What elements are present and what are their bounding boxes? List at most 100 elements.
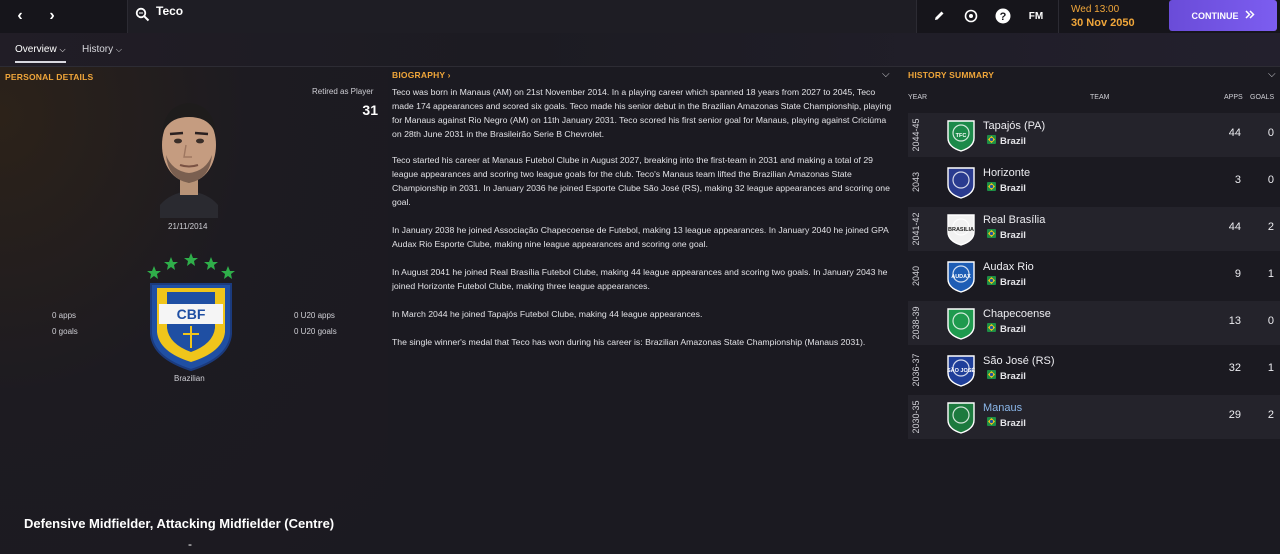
edit-icon[interactable] xyxy=(930,8,948,24)
tab-overview-label: Overview xyxy=(15,44,57,55)
collapse-chevron-icon[interactable]: ⌵ xyxy=(882,69,890,80)
svg-text:BRASILIA: BRASILIA xyxy=(948,227,974,233)
personal-details-panel: PERSONAL DETAILS 21/11/2014 Retired as P… xyxy=(0,67,388,554)
forward-button[interactable]: › xyxy=(40,6,64,26)
history-goals: 2 xyxy=(1267,221,1274,233)
personal-details-heading: PERSONAL DETAILS xyxy=(5,72,94,82)
sub-navigation: Overview ⌵ History ⌵ xyxy=(0,33,1280,67)
club-crest-icon[interactable]: SÃO JOSÉ xyxy=(944,353,978,387)
date-day: 30 Nov 2050 xyxy=(1071,17,1135,29)
history-apps: 44 xyxy=(1228,127,1241,139)
tab-overview[interactable]: Overview ⌵ xyxy=(15,44,66,63)
team-name-link[interactable]: Real Brasília xyxy=(983,214,1045,226)
club-crest-icon[interactable]: AUDAX xyxy=(944,259,978,293)
team-nation: Brazil xyxy=(987,323,1026,335)
history-apps: 44 xyxy=(1228,221,1241,233)
match-icon[interactable] xyxy=(962,8,980,24)
bio-paragraph: Teco was born in Manaus (AM) on 21st Nov… xyxy=(392,87,892,139)
search-box[interactable]: Teco xyxy=(127,0,917,33)
history-year: 2038-39 xyxy=(911,306,921,340)
history-goals: 1 xyxy=(1267,268,1274,280)
team-nation: Brazil xyxy=(987,182,1026,194)
brazil-flag-icon xyxy=(987,276,996,288)
team-nation: Brazil xyxy=(987,417,1026,429)
brazil-flag-icon xyxy=(987,135,996,147)
team-name-link[interactable]: Tapajós (PA) xyxy=(983,120,1045,132)
history-apps: 29 xyxy=(1228,409,1241,421)
continue-label: CONTINUE xyxy=(1191,10,1239,21)
history-goals: 0 xyxy=(1267,315,1274,327)
history-year: 2041-42 xyxy=(911,212,921,246)
goals-count: 0 goals xyxy=(52,327,78,336)
brazil-flag-icon xyxy=(987,370,996,382)
history-goals: 0 xyxy=(1267,174,1274,186)
player-portrait xyxy=(150,95,228,218)
club-crest-icon[interactable]: TFC xyxy=(944,118,978,152)
biography-panel: BIOGRAPHY › ⌵ Teco was born in Manaus (A… xyxy=(388,67,900,554)
collapse-chevron-icon[interactable]: ⌵ xyxy=(1268,69,1276,80)
history-row[interactable]: 2040 AUDAX Audax Rio Brazil 9 1 xyxy=(908,254,1280,298)
team-name-link[interactable]: Manaus xyxy=(983,402,1022,414)
col-year: YEAR xyxy=(908,94,928,101)
history-row[interactable]: 2041-42 BRASILIA Real Brasília Brazil 44 2 xyxy=(908,207,1280,251)
fm-menu-button[interactable]: FM xyxy=(1024,8,1048,24)
bio-paragraph: In March 2044 he joined Tapajós Futebol … xyxy=(392,309,703,319)
help-icon[interactable]: ? xyxy=(994,8,1012,24)
club-crest-icon[interactable] xyxy=(944,306,978,340)
history-row[interactable]: 2036-37 SÃO JOSÉ São José (RS) Brazil 32 1 xyxy=(908,348,1280,392)
club-crest-icon[interactable] xyxy=(944,400,978,434)
u20-goals-count: 0 U20 goals xyxy=(294,327,337,336)
bio-paragraph: Teco started his career at Manaus Futebo… xyxy=(392,155,890,207)
top-bar: ‹ › Teco ? FM Wed 13:00 30 Nov 2050 CONT… xyxy=(0,0,1280,33)
bio-paragraph: In August 2041 he joined Real Brasília F… xyxy=(392,267,888,291)
svg-text:?: ? xyxy=(1000,11,1007,23)
retired-label: Retired as Player xyxy=(312,87,374,96)
col-goals: GOALS xyxy=(1250,94,1275,101)
team-name-link[interactable]: Horizonte xyxy=(983,167,1030,179)
brazil-flag-icon xyxy=(987,417,996,429)
team-name-link[interactable]: Chapecoense xyxy=(983,308,1051,320)
date-time: Wed 13:00 xyxy=(1071,4,1120,15)
chevron-down-icon: ⌵ xyxy=(115,45,122,54)
history-row[interactable]: 2030-35 Manaus Brazil 29 2 xyxy=(908,395,1280,439)
history-apps: 32 xyxy=(1228,362,1241,374)
bio-paragraph: In January 2038 he joined Associação Cha… xyxy=(392,225,889,249)
history-row[interactable]: 2043 Horizonte Brazil 3 0 xyxy=(908,160,1280,204)
history-summary-panel: HISTORY SUMMARY ⌵ YEAR TEAM APPS GOALS 2… xyxy=(900,67,1280,554)
apps-count: 0 apps xyxy=(52,311,77,320)
history-year: 2036-37 xyxy=(911,353,921,387)
svg-text:TFC: TFC xyxy=(956,133,967,139)
team-nation: Brazil xyxy=(987,135,1026,147)
tab-history-label: History xyxy=(82,44,114,55)
team-name-link[interactable]: São José (RS) xyxy=(983,355,1055,367)
history-apps: 13 xyxy=(1228,315,1241,327)
u20-apps-count: 0 U20 apps xyxy=(294,311,335,320)
chevron-down-icon: ⌵ xyxy=(59,45,66,54)
back-button[interactable]: ‹ xyxy=(8,6,32,26)
nationality-label: Brazilian xyxy=(174,374,205,383)
history-year: 2044-45 xyxy=(911,118,921,152)
position-dash: - xyxy=(188,537,192,551)
history-heading: HISTORY SUMMARY xyxy=(908,70,995,80)
col-apps: APPS xyxy=(1224,94,1243,101)
tab-history[interactable]: History ⌵ xyxy=(82,44,122,55)
club-crest-icon[interactable] xyxy=(944,165,978,199)
continue-button[interactable]: CONTINUE xyxy=(1169,0,1277,31)
brazil-flag-icon xyxy=(987,323,996,335)
col-team: TEAM xyxy=(1090,94,1110,101)
brazil-flag-icon xyxy=(987,229,996,241)
game-date: Wed 13:00 30 Nov 2050 xyxy=(1058,0,1158,33)
nation-crest: CBF xyxy=(145,252,237,372)
search-icon xyxy=(135,7,150,27)
biography-text: Teco was born in Manaus (AM) on 21st Nov… xyxy=(392,85,892,363)
bio-paragraph: The single winner's medal that Teco has … xyxy=(392,337,866,347)
club-crest-icon[interactable]: BRASILIA xyxy=(944,212,978,246)
player-positions: Defensive Midfielder, Attacking Midfield… xyxy=(24,516,335,531)
team-name-link[interactable]: Audax Rio xyxy=(983,261,1034,273)
history-row[interactable]: 2038-39 Chapecoense Brazil 13 0 xyxy=(908,301,1280,345)
date-of-birth: 21/11/2014 xyxy=(168,222,208,231)
biography-heading-link[interactable]: BIOGRAPHY › xyxy=(392,70,451,80)
history-row[interactable]: 2044-45 TFC Tapajós (PA) Brazil 44 0 xyxy=(908,113,1280,157)
history-apps: 9 xyxy=(1234,268,1241,280)
history-goals: 1 xyxy=(1267,362,1274,374)
